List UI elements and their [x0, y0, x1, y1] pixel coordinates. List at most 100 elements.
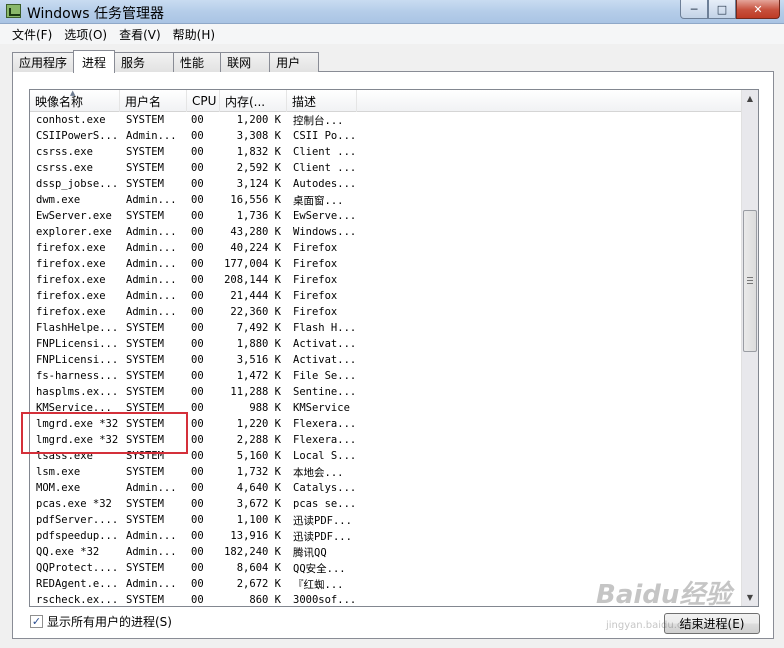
- process-name: pcas.exe *32: [36, 498, 112, 510]
- table-row[interactable]: dwm.exe Admin... 00 16,556 K 桌面窗...: [30, 192, 744, 208]
- process-description: Catalys...: [293, 482, 357, 494]
- show-all-users-label: 显示所有用户的进程(S): [47, 615, 172, 629]
- table-row[interactable]: lsm.exe SYSTEM 00 1,732 K 本地会...: [30, 464, 744, 480]
- close-button[interactable]: ✕: [736, 0, 780, 19]
- table-row[interactable]: csrss.exe SYSTEM 00 2,592 K Client ...: [30, 160, 744, 176]
- table-row[interactable]: MOM.exe Admin... 00 4,640 K Catalys...: [30, 480, 744, 496]
- process-cpu: 00: [191, 514, 204, 526]
- process-rows: conhost.exe SYSTEM 00 1,200 K 控制台... CSIIPowe…: [30, 112, 744, 606]
- process-user: SYSTEM: [126, 338, 164, 350]
- process-memory: 3,308 K: [236, 130, 281, 142]
- table-row[interactable]: QQProtect.... SYSTEM 00 8,604 K QQ安全...: [30, 560, 744, 576]
- process-description: EwServe...: [293, 210, 357, 222]
- process-cpu: 00: [191, 258, 204, 270]
- table-row[interactable]: QQ.exe *32 Admin... 00 182,240 K 腾讯QQ: [30, 544, 744, 560]
- column-cpu[interactable]: CPU: [187, 90, 220, 112]
- process-memory: 22,360 K: [230, 306, 281, 318]
- process-description: Firefox: [293, 274, 338, 286]
- table-row[interactable]: CSIIPowerS... Admin... 00 3,308 K CSII Po...: [30, 128, 744, 144]
- process-user: SYSTEM: [126, 162, 164, 174]
- vertical-scrollbar[interactable]: ▲ ▼: [741, 90, 758, 606]
- process-description: 腾讯QQ: [293, 546, 327, 559]
- process-memory: 43,280 K: [230, 226, 281, 238]
- menu-file[interactable]: 文件(F): [6, 26, 58, 43]
- process-cpu: 00: [191, 210, 204, 222]
- table-row[interactable]: csrss.exe SYSTEM 00 1,832 K Client ...: [30, 144, 744, 160]
- table-row[interactable]: firefox.exe Admin... 00 21,444 K Firefox: [30, 288, 744, 304]
- tab-performance[interactable]: 性能: [173, 52, 222, 72]
- table-row[interactable]: firefox.exe Admin... 00 208,144 K Firefox: [30, 272, 744, 288]
- table-row[interactable]: pdfspeedup... Admin... 00 13,916 K 迅读PDF...: [30, 528, 744, 544]
- table-row[interactable]: FNPLicensi... SYSTEM 00 3,516 K Activat...: [30, 352, 744, 368]
- process-description: Flexera...: [293, 434, 357, 446]
- table-row[interactable]: dssp_jobse... SYSTEM 00 3,124 K Autodes...: [30, 176, 744, 192]
- table-row[interactable]: FlashHelpe... SYSTEM 00 7,492 K Flash H...: [30, 320, 744, 336]
- process-cpu: 00: [191, 162, 204, 174]
- column-description[interactable]: 描述: [287, 90, 357, 112]
- title-bar[interactable]: Windows 任务管理器 ─ □ ✕: [0, 0, 784, 24]
- table-row[interactable]: hasplms.ex... SYSTEM 00 11,288 K Sentine...: [30, 384, 744, 400]
- menu-help[interactable]: 帮助(H): [167, 26, 221, 43]
- process-memory: 2,288 K: [236, 434, 281, 446]
- process-user: SYSTEM: [126, 354, 164, 366]
- table-row[interactable]: pdfServer.... SYSTEM 00 1,100 K 迅读PDF...: [30, 512, 744, 528]
- tab-networking[interactable]: 联网: [220, 52, 271, 72]
- column-image-name[interactable]: ▲ 映像名称: [30, 90, 120, 112]
- table-row[interactable]: conhost.exe SYSTEM 00 1,200 K 控制台...: [30, 112, 744, 128]
- process-memory: 16,556 K: [230, 194, 281, 206]
- minimize-button[interactable]: ─: [680, 0, 708, 19]
- scroll-down-icon[interactable]: ▼: [742, 589, 758, 606]
- process-user: Admin...: [126, 306, 177, 318]
- process-user: SYSTEM: [126, 178, 164, 190]
- table-row[interactable]: pcas.exe *32 SYSTEM 00 3,672 K pcas se...: [30, 496, 744, 512]
- process-name: lsm.exe: [36, 466, 81, 478]
- tab-processes[interactable]: 进程: [73, 50, 116, 73]
- process-name: dwm.exe: [36, 194, 81, 206]
- process-list[interactable]: ▲ 映像名称 用户名 CPU 内存(... 描述 conhost.exe SYST…: [29, 89, 759, 607]
- table-row[interactable]: fs-harness... SYSTEM 00 1,472 K File Se...: [30, 368, 744, 384]
- tab-users[interactable]: 用户: [269, 52, 320, 72]
- table-row[interactable]: firefox.exe Admin... 00 40,224 K Firefox: [30, 240, 744, 256]
- process-user: Admin...: [126, 274, 177, 286]
- process-cpu: 00: [191, 434, 204, 446]
- process-name: firefox.exe: [36, 306, 106, 318]
- table-row[interactable]: FNPLicensi... SYSTEM 00 1,880 K Activat...: [30, 336, 744, 352]
- process-user: SYSTEM: [126, 514, 164, 526]
- process-name: FNPLicensi...: [36, 338, 119, 350]
- show-all-users-checkbox[interactable]: ✓: [30, 615, 43, 628]
- process-cpu: 00: [191, 562, 204, 574]
- process-memory: 1,472 K: [236, 370, 281, 382]
- table-row[interactable]: firefox.exe Admin... 00 22,360 K Firefox: [30, 304, 744, 320]
- process-cpu: 00: [191, 114, 204, 126]
- table-row[interactable]: explorer.exe Admin... 00 43,280 K Windows...: [30, 224, 744, 240]
- process-memory: 3,672 K: [236, 498, 281, 510]
- process-name: csrss.exe: [36, 146, 93, 158]
- menu-options[interactable]: 选项(O): [58, 26, 113, 43]
- scroll-thumb[interactable]: [743, 210, 757, 352]
- process-cpu: 00: [191, 338, 204, 350]
- process-name: CSIIPowerS...: [36, 130, 119, 142]
- process-memory: 21,444 K: [230, 290, 281, 302]
- process-name: firefox.exe: [36, 290, 106, 302]
- table-row[interactable]: EwServer.exe SYSTEM 00 1,736 K EwServe...: [30, 208, 744, 224]
- tab-services[interactable]: 服务: [114, 52, 175, 72]
- process-memory: 7,492 K: [236, 322, 281, 334]
- process-description: Flash H...: [293, 322, 357, 334]
- process-cpu: 00: [191, 290, 204, 302]
- column-user-name[interactable]: 用户名: [120, 90, 187, 112]
- process-cpu: 00: [191, 450, 204, 462]
- table-row[interactable]: REDAgent.e... Admin... 00 2,672 K 『红蜘...: [30, 576, 744, 592]
- process-memory: 182,240 K: [224, 546, 281, 558]
- table-row[interactable]: firefox.exe Admin... 00 177,004 K Firefox: [30, 256, 744, 272]
- scroll-up-icon[interactable]: ▲: [742, 90, 758, 107]
- process-user: SYSTEM: [126, 386, 164, 398]
- end-process-button[interactable]: 结束进程(E): [664, 613, 760, 634]
- process-cpu: 00: [191, 546, 204, 558]
- tab-applications[interactable]: 应用程序: [12, 52, 75, 72]
- column-memory[interactable]: 内存(...: [220, 90, 287, 112]
- show-all-users-option[interactable]: ✓ 显示所有用户的进程(S): [30, 613, 172, 630]
- menu-view[interactable]: 查看(V): [113, 26, 167, 43]
- column-label: 映像名称: [35, 94, 84, 109]
- maximize-button[interactable]: □: [708, 0, 736, 19]
- table-row[interactable]: rscheck.ex... SYSTEM 00 860 K 3000sof...: [30, 592, 744, 606]
